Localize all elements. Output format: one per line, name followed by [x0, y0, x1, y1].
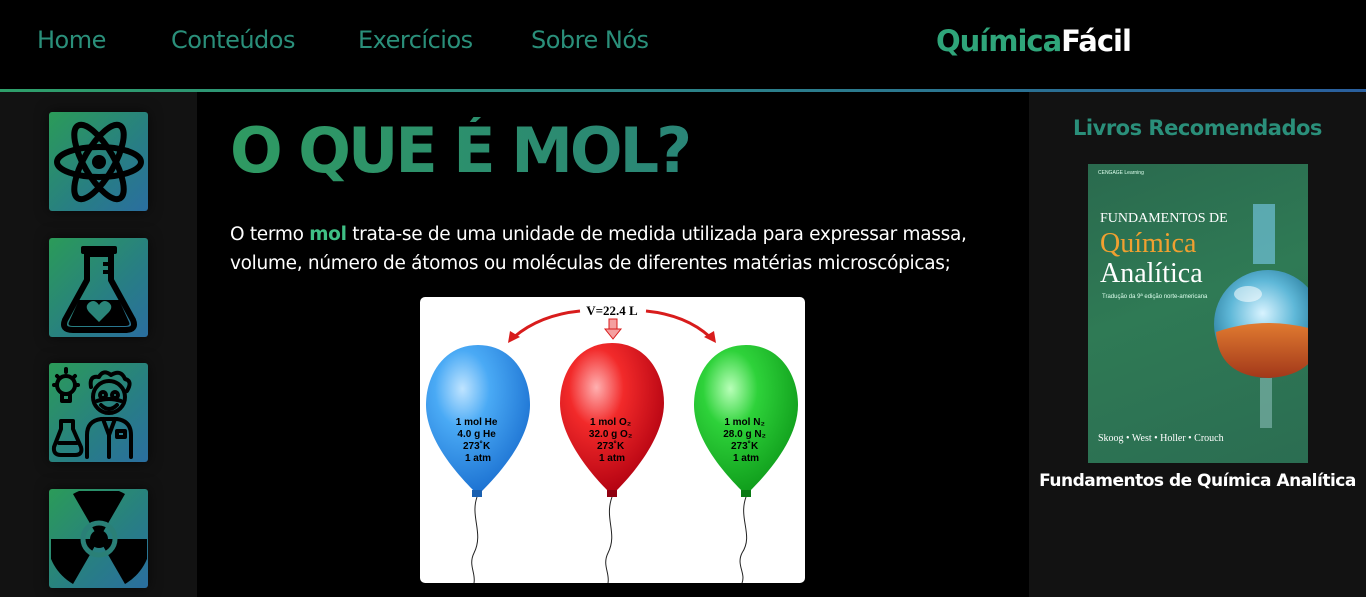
scientist-tile[interactable]: [49, 363, 148, 462]
top-navbar: Home Conteúdos Exercícios Sobre Nós Quím…: [0, 0, 1366, 89]
atom-icon: [53, 121, 144, 202]
book-title-line1: FUNDAMENTOS DE: [1100, 211, 1228, 226]
book-title-line3: Analítica: [1100, 258, 1203, 289]
book-authors: Skoog • West • Holler • Crouch: [1098, 433, 1224, 444]
book-caption[interactable]: Fundamentos de Química Analítica: [1029, 471, 1366, 491]
arrow-down-head: [603, 328, 623, 340]
intro-text-start: O termo: [230, 224, 310, 245]
balloon-n2-line-3: 273˚K: [731, 440, 759, 452]
recommended-books-title: Livros Recomendados: [1073, 116, 1322, 140]
nav-home-link[interactable]: Home: [37, 26, 106, 54]
arrow-right: [645, 309, 712, 339]
book-cover-art: CENGAGE Learning FUNDAMENTOS DE Química …: [1098, 170, 1308, 444]
flask-neck: [1253, 204, 1275, 264]
balloon-he-line-4: 1 atm: [465, 453, 491, 464]
scientist-icon: [51, 366, 133, 459]
balloon-o2-line-4: 1 atm: [599, 453, 625, 464]
arrow-left: [513, 309, 581, 339]
flask-highlight: [1234, 286, 1262, 302]
book-publisher: CENGAGE Learning: [1098, 170, 1144, 176]
balloon-o2-line-3: 273˚K: [597, 440, 625, 452]
atom-tile[interactable]: [49, 112, 148, 211]
book-cover[interactable]: CENGAGE Learning FUNDAMENTOS DE Química …: [1088, 164, 1308, 463]
arrow-down: [608, 318, 618, 330]
book-subtitle: Tradução da 9ª edição norte-americana: [1102, 293, 1208, 300]
balloon-n2-line-2: 28.0 g N₂: [723, 429, 766, 440]
balloon-n2-line-4: 1 atm: [733, 453, 759, 464]
mol-balloons-figure: V=22.4 L 1 mol He 4.0 g He 273˚K 1 atm 1…: [420, 297, 805, 583]
balloon-he: 1 mol He 4.0 g He 273˚K 1 atm: [426, 345, 530, 583]
balloon-he-line-1: 1 mol He: [456, 417, 498, 428]
balloon-he-line-3: 273˚K: [463, 440, 491, 452]
balloon-o2-line-1: 1 mol O₂: [590, 417, 631, 428]
nav-conteudos-link[interactable]: Conteúdos: [171, 26, 295, 54]
main-content: O QUE É MOL? O termo mol trata-se de uma…: [197, 92, 1029, 597]
brand-logo[interactable]: QuímicaFácil: [936, 24, 1132, 58]
flask-stand: [1260, 378, 1272, 428]
nav-exercicios-link[interactable]: Exercícios: [358, 26, 473, 54]
flask-tile[interactable]: [49, 238, 148, 337]
radiation-tile[interactable]: [49, 489, 148, 588]
nav-sobre-nos-link[interactable]: Sobre Nós: [531, 26, 649, 54]
balloon-n2: 1 mol N₂ 28.0 g N₂ 273˚K 1 atm: [694, 345, 798, 583]
flask-heart-icon: [60, 245, 137, 333]
right-sidebar: Livros Recomendados CENGAGE Learning FUN…: [1029, 92, 1366, 597]
intro-highlight-mol: mol: [309, 224, 347, 245]
flask-liquid: [1216, 323, 1308, 378]
radiation-icon: [50, 490, 147, 584]
balloon-he-line-2: 4.0 g He: [457, 429, 496, 440]
brand-part-2: Fácil: [1061, 24, 1132, 58]
volume-label: V=22.4 L: [586, 303, 638, 318]
book-title-line2: Química: [1100, 228, 1197, 259]
balloons-illustration: V=22.4 L 1 mol He 4.0 g He 273˚K 1 atm 1…: [426, 303, 798, 583]
brand-part-1: Química: [936, 24, 1062, 58]
balloon-o2-line-2: 32.0 g O₂: [589, 429, 632, 440]
page-title: O QUE É MOL?: [230, 114, 692, 187]
balloon-n2-line-1: 1 mol N₂: [724, 417, 765, 428]
intro-paragraph: O termo mol trata-se de uma unidade de m…: [230, 220, 990, 278]
balloon-o2: 1 mol O₂ 32.0 g O₂ 273˚K 1 atm: [560, 343, 664, 583]
left-sidebar: [0, 92, 197, 597]
